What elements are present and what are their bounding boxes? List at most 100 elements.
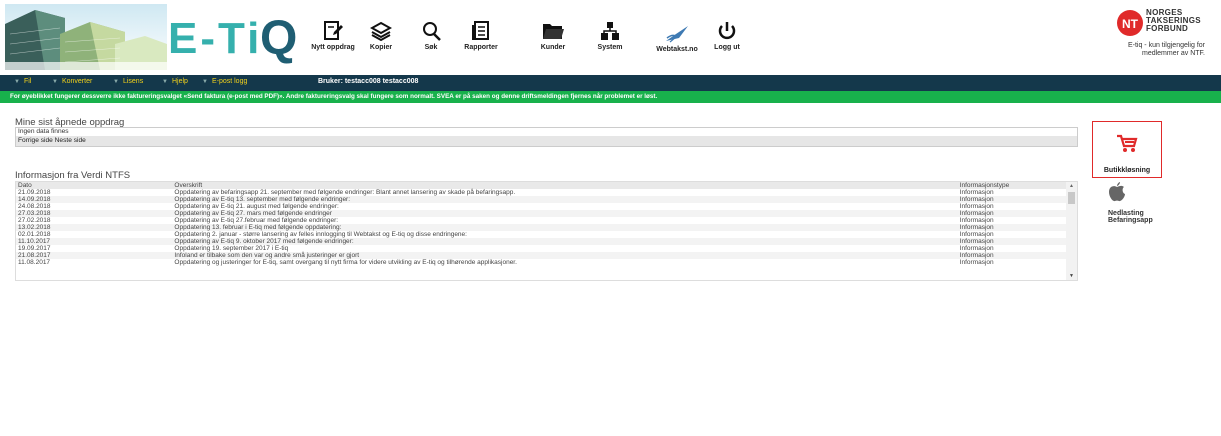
system-button[interactable]: System <box>580 20 640 51</box>
table-row[interactable]: 14.09.2018 Oppdatering av E-tiq 13. septe… <box>16 196 1066 203</box>
news-date-cell: 19.09.2017 <box>18 245 51 252</box>
table-row[interactable]: 27.03.2018 Oppdatering av E-tiq 27. mars … <box>16 210 1066 217</box>
news-date-cell: 21.08.2017 <box>16 252 173 259</box>
chevron-down-icon: ▼ <box>113 79 119 85</box>
table-row[interactable]: 24.08.2018 Oppdatering av E-tiq 21. augus… <box>16 203 1066 210</box>
column-header-date[interactable]: Dato <box>16 182 173 189</box>
news-type-cell: Informasjon <box>957 196 1066 203</box>
news-type-cell: Informasjon <box>959 231 994 238</box>
shop-solution-button[interactable]: Butikkløsning <box>1092 121 1162 178</box>
prev-page-link[interactable]: Forrige side <box>18 137 53 144</box>
customers-label: Kunder <box>540 44 566 51</box>
scroll-down-icon[interactable]: ▼ <box>1069 273 1074 279</box>
next-page-link[interactable]: Neste side <box>55 137 86 144</box>
menu-item-label: Hjelp <box>171 78 188 85</box>
header: E-Ti Q Nytt oppdrag Kopier Søk Rapporter… <box>0 0 1221 75</box>
news-type-cell: Informasjon <box>959 245 994 252</box>
table-row[interactable]: 13.02.2018 Oppdatering 13. februar i E-ti… <box>16 224 1066 231</box>
power-icon <box>718 22 736 40</box>
table-row[interactable]: 11.08.2017 Oppdatering og justeringer for… <box>16 259 1066 266</box>
news-date-cell: 24.08.2018 <box>18 203 51 210</box>
shop-solution-label: Butikkløsning <box>1103 167 1151 174</box>
news-date-cell: 13.02.2018 <box>16 224 173 231</box>
logout-button[interactable]: Logg ut <box>697 20 757 51</box>
chevron-down-icon: ▼ <box>202 79 208 85</box>
app-download-label-line: Befaringsapp <box>1108 217 1153 224</box>
news-title: Informasjon fra Verdi NTFS <box>15 170 131 181</box>
webtakst-label: Webtakst.no <box>656 46 698 53</box>
menu-item-fil[interactable]: ▼ Fil <box>14 78 31 85</box>
building-banner-image <box>5 4 167 70</box>
new-order-label: Nytt oppdrag <box>311 44 355 51</box>
folder-icon <box>543 24 564 39</box>
search-label: Søk <box>424 44 438 51</box>
news-type-cell: Informasjon <box>957 224 1066 231</box>
table-row[interactable]: 19.09.2017 Oppdatering 19. september 2017… <box>16 245 1066 252</box>
table-row[interactable]: 02.01.2018 Oppdatering 2. januar - større… <box>16 231 1066 238</box>
news-heading-cell: Oppdatering av E-tiq 13. september med f… <box>172 196 958 203</box>
scroll-up-icon[interactable]: ▲ <box>1069 183 1074 189</box>
logo-q: Q <box>260 12 298 65</box>
shopping-cart-icon <box>1117 134 1138 152</box>
chevron-down-icon: ▼ <box>14 79 20 85</box>
menu-item-label: E-post logg <box>211 78 248 85</box>
chevron-down-icon: ▼ <box>52 79 58 85</box>
app-download-label-line: Nedlasting <box>1108 210 1144 217</box>
reports-label: Rapporter <box>464 44 498 51</box>
news-heading-cell: Oppdatering av E-tiq 27. mars med følgen… <box>172 210 958 217</box>
news-type-cell: Informasjon <box>959 203 994 210</box>
table-row[interactable]: 21.09.2018 Oppdatering av befaringsapp 21… <box>16 189 1066 196</box>
news-heading-cell: Oppdatering av E-tiq 27.februar med følg… <box>174 217 339 224</box>
news-heading-cell: Oppdatering av E-tiq 9. oktober 2017 med… <box>172 238 958 245</box>
layers-icon <box>370 21 392 42</box>
reports-button[interactable]: Rapporter <box>451 20 511 51</box>
news-heading-cell: Oppdatering 2. januar - større lansering… <box>174 231 467 238</box>
menu-item-konverter[interactable]: ▼ Konverter <box>52 78 92 85</box>
column-header-heading[interactable]: Overskrift <box>172 182 958 189</box>
news-heading-cell: Oppdatering 13. februar i E-tiq med følg… <box>172 224 958 231</box>
logout-label: Logg ut <box>714 44 740 51</box>
news-date-cell: 02.01.2018 <box>18 231 51 238</box>
app-logo: E-Ti <box>168 14 262 64</box>
menu-item-label: Konverter <box>61 78 93 85</box>
new-order-icon <box>324 21 343 40</box>
recent-orders-box: Ingen data finnes Forrige side Neste sid… <box>15 127 1078 147</box>
column-header-type[interactable]: Informasjonstype <box>957 182 1066 189</box>
news-table-body: 21.09.2018 Oppdatering av befaringsapp 21… <box>16 189 1066 266</box>
news-heading-cell: Infoland er tilbake som den var og andre… <box>172 252 958 259</box>
user-info: Bruker: testacc008 testacc008 <box>318 78 419 85</box>
news-type-cell: Informasjon <box>957 252 1066 259</box>
news-date-cell: 11.10.2017 <box>16 238 173 245</box>
menu-bar: ▼ Fil ▼ Konverter ▼ Lisens ▼ Hjelp ▼ E-post l… <box>0 75 1221 91</box>
news-heading-cell: Oppdatering av E-tiq 21. august med følg… <box>174 203 339 210</box>
news-table: Dato Overskrift Informasjonstype 21.09.2… <box>15 181 1078 281</box>
ntf-emblem-icon: NT <box>1117 10 1143 36</box>
menu-item-hjelp[interactable]: ▼ Hjelp <box>162 78 188 85</box>
menu-item-epost-logg[interactable]: ▼ E-post logg <box>202 78 247 85</box>
scrollbar-thumb[interactable] <box>1068 192 1075 204</box>
report-icon <box>472 21 489 40</box>
recent-empty-text: Ingen data finnes <box>18 128 69 135</box>
news-scrollbar[interactable]: ▲ ▼ <box>1066 182 1077 280</box>
table-row[interactable]: 27.02.2018 Oppdatering av E-tiq 27.februa… <box>16 217 1066 224</box>
table-header-row: Dato Overskrift Informasjonstype <box>16 182 1066 189</box>
recent-pager: Forrige side Neste side <box>16 136 1077 146</box>
table-row[interactable]: 11.10.2017 Oppdatering av E-tiq 9. oktobe… <box>16 238 1066 245</box>
network-icon <box>601 22 619 40</box>
app-download-link[interactable]: Nedlasting Befaringsapp <box>1108 182 1168 224</box>
partner-logo: NT NORGES TAKSERINGS FORBUND E-tiq - kun… <box>1113 7 1205 67</box>
plane-icon <box>666 26 688 43</box>
news-type-cell: Informasjon <box>959 217 994 224</box>
news-type-cell: Informasjon <box>957 238 1066 245</box>
partner-subtitle: E-tiq - kun tilgjengelig for medlemmer a… <box>1127 42 1205 57</box>
menu-item-label: Lisens <box>122 78 144 85</box>
partner-name: NORGES TAKSERINGS FORBUND <box>1146 9 1201 33</box>
news-heading-cell: Oppdatering og justeringer for E-tiq, sa… <box>174 259 517 266</box>
customers-button[interactable]: Kunder <box>523 20 583 51</box>
news-date-cell: 21.09.2018 <box>18 189 51 196</box>
menu-item-lisens[interactable]: ▼ Lisens <box>113 78 143 85</box>
table-row[interactable]: 21.08.2017 Infoland er tilbake som den va… <box>16 252 1066 259</box>
news-type-cell: Informasjon <box>957 210 1066 217</box>
news-date-cell: 11.08.2017 <box>18 259 51 266</box>
chevron-down-icon: ▼ <box>162 79 168 85</box>
